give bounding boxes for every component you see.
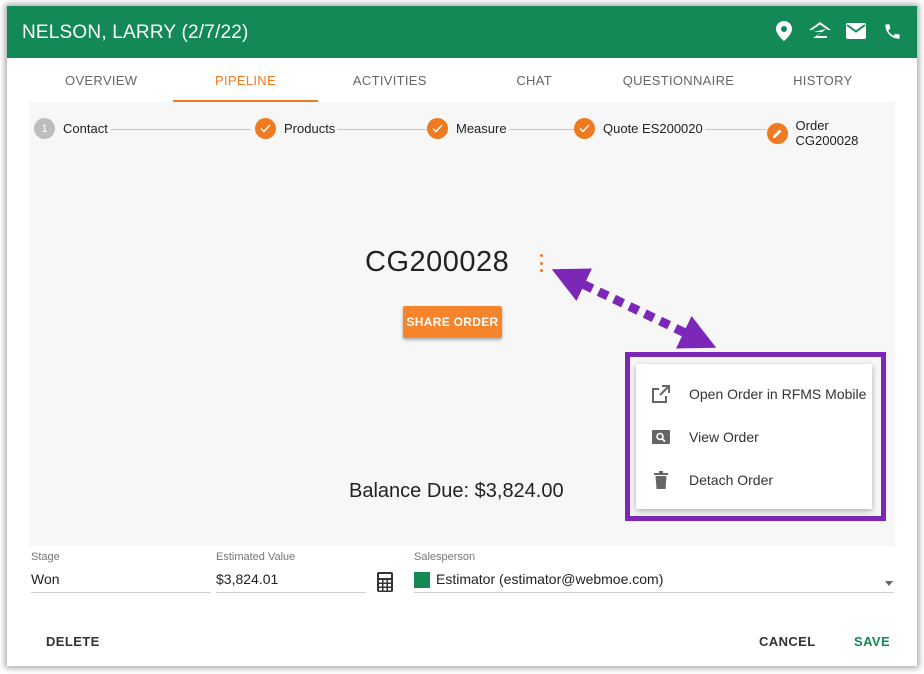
location-icon[interactable] — [773, 20, 795, 42]
calculator-icon[interactable] — [377, 572, 393, 592]
salesperson-select[interactable]: Estimator (estimator@webmoe.com) — [436, 571, 663, 587]
tab-questionnaire[interactable]: QUESTIONNAIRE — [606, 58, 750, 102]
salesperson-underline — [414, 592, 894, 593]
phone-icon[interactable] — [881, 20, 903, 42]
page-title: NELSON, LARRY (2/7/22) — [22, 22, 249, 43]
check-icon — [427, 118, 448, 139]
mail-icon[interactable] — [845, 20, 867, 42]
stage-underline — [31, 592, 211, 593]
step-connector — [111, 129, 251, 130]
share-order-button[interactable]: SHARE ORDER — [403, 306, 502, 338]
check-icon — [574, 118, 595, 139]
stage-label: Stage — [31, 551, 60, 563]
step-label: Measure — [456, 121, 507, 136]
delete-button[interactable]: DELETE — [46, 634, 100, 649]
estimated-value-field[interactable]: $3,824.01 — [216, 571, 278, 587]
step-connector — [337, 129, 433, 130]
step-connector — [701, 129, 771, 130]
tab-overview[interactable]: OVERVIEW — [29, 58, 173, 102]
order-number: CG200028 — [365, 246, 510, 278]
highlight-box — [625, 352, 886, 521]
stage-field[interactable]: Won — [31, 571, 60, 587]
balance-due: Balance Due: $3,824.00 — [349, 480, 564, 502]
zillow-icon[interactable] — [809, 20, 831, 42]
step-label: Order CG200028 — [795, 118, 859, 148]
step-products[interactable]: Products — [255, 118, 338, 139]
step-number: 1 — [34, 118, 55, 139]
dropdown-arrow-icon[interactable] — [885, 581, 893, 586]
step-connector — [509, 129, 577, 130]
estimated-value-label: Estimated Value — [216, 551, 296, 563]
tab-bar: OVERVIEW PIPELINE ACTIVITIES CHAT QUESTI… — [29, 58, 895, 102]
cancel-button[interactable]: CANCEL — [759, 634, 816, 649]
salesperson-color-swatch — [414, 572, 430, 588]
step-label: Contact — [63, 121, 108, 136]
more-vert-icon[interactable] — [537, 252, 545, 274]
tab-activities[interactable]: ACTIVITIES — [318, 58, 462, 102]
save-button[interactable]: SAVE — [854, 634, 890, 649]
check-icon — [255, 118, 276, 139]
pipeline-stepper: 1 Contact Products Measure Quote ES20002… — [29, 114, 895, 148]
step-label: Products — [284, 121, 336, 136]
dialog-header: NELSON, LARRY (2/7/22) — [7, 6, 917, 58]
step-label: Quote ES200020 — [603, 121, 703, 136]
step-order[interactable]: Order CG200028 — [767, 118, 895, 148]
edit-icon — [767, 122, 788, 144]
lead-dialog: NELSON, LARRY (2/7/22) OVERVIEW PIPELINE… — [7, 6, 917, 666]
step-measure[interactable]: Measure — [427, 118, 509, 139]
tab-chat[interactable]: CHAT — [462, 58, 606, 102]
header-actions — [773, 20, 903, 42]
tab-history[interactable]: HISTORY — [751, 58, 895, 102]
salesperson-label: Salesperson — [414, 551, 476, 563]
step-quote[interactable]: Quote ES200020 — [574, 118, 705, 139]
tab-pipeline[interactable]: PIPELINE — [173, 58, 318, 102]
step-contact[interactable]: 1 Contact — [34, 118, 110, 139]
estimated-value-underline — [216, 592, 366, 593]
